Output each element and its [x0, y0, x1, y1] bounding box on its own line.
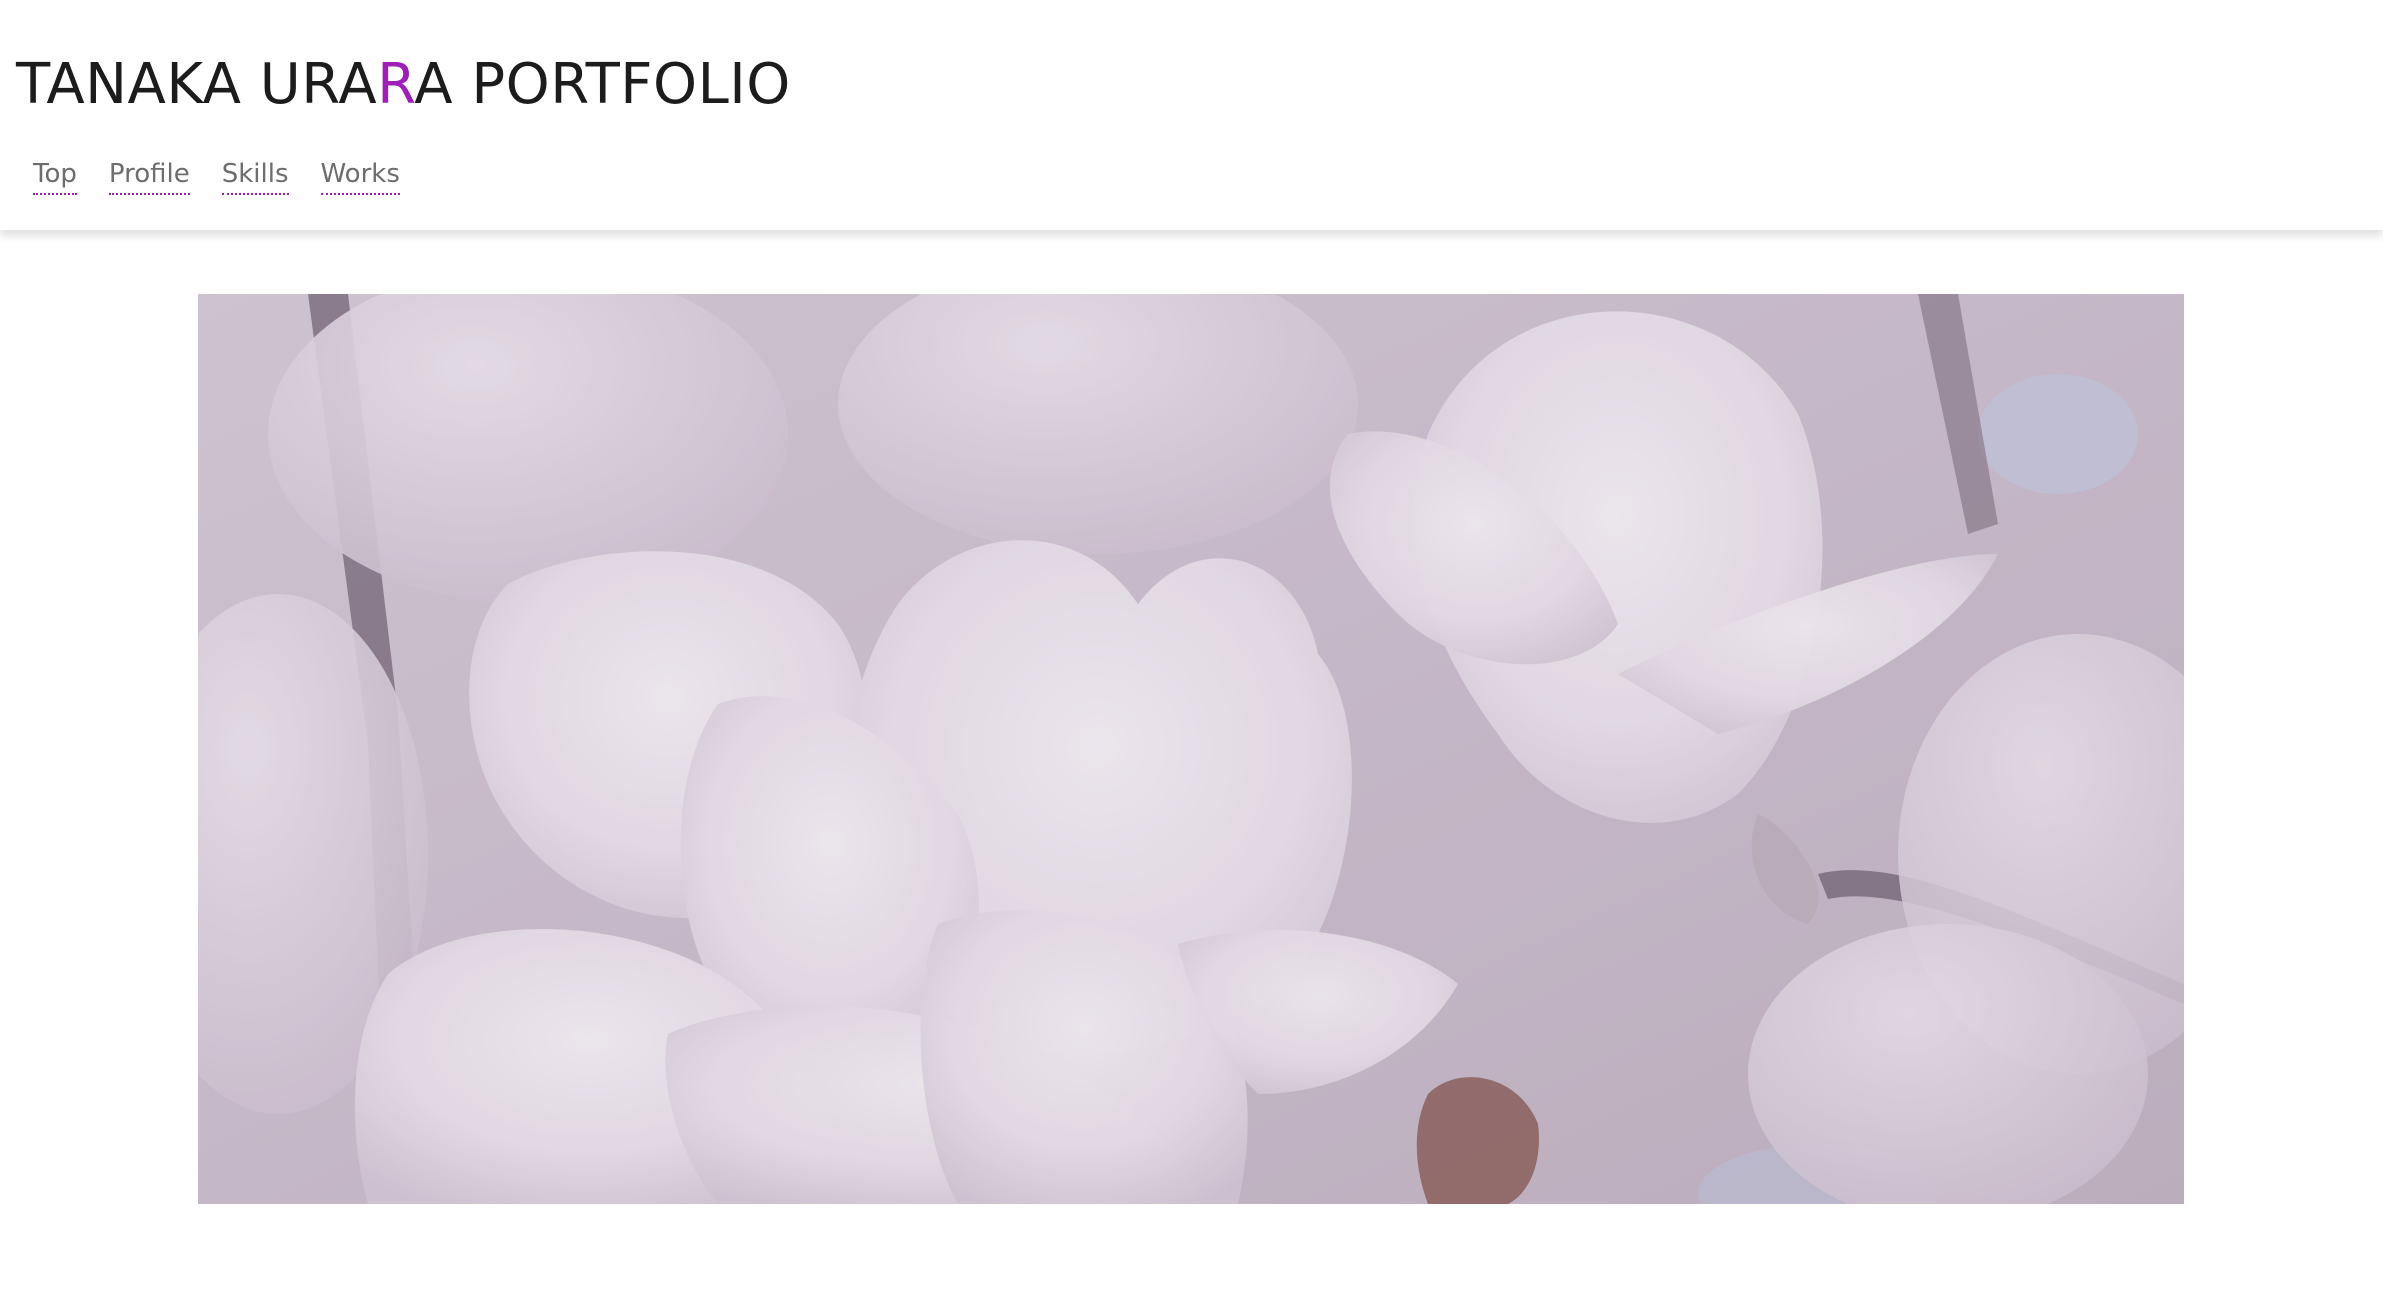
- nav-link-top[interactable]: Top: [33, 157, 77, 195]
- magnolia-photo: [198, 294, 2184, 1204]
- main-nav: Top Profile Skills Works: [33, 157, 400, 195]
- nav-link-skills[interactable]: Skills: [221, 157, 289, 195]
- site-title-part2: A PORTFOLIO: [414, 52, 791, 117]
- hero-image: [198, 294, 2184, 1204]
- nav-link-profile[interactable]: Profile: [108, 157, 190, 195]
- site-header: TANAKA URARA PORTFOLIO Top Profile Skill…: [0, 0, 2383, 230]
- nav-link-works[interactable]: Works: [320, 157, 400, 195]
- site-title-accent: R: [377, 52, 415, 117]
- site-title: TANAKA URARA PORTFOLIO: [16, 52, 791, 118]
- site-title-part1: TANAKA URA: [16, 52, 378, 117]
